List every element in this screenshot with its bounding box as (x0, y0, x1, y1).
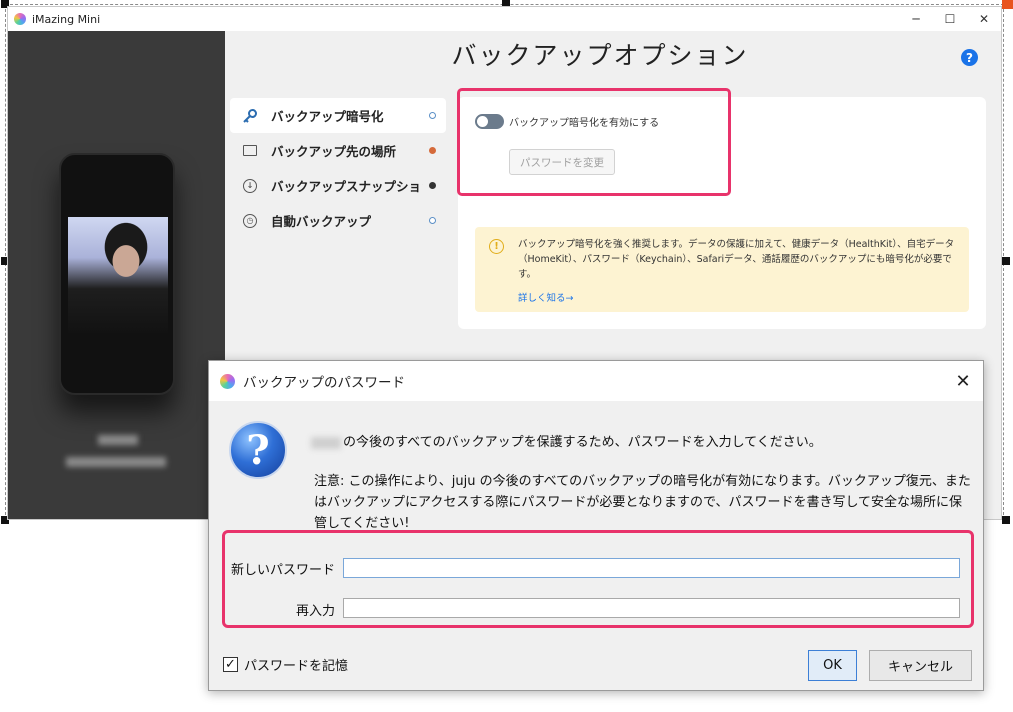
app-title: iMazing Mini (32, 12, 101, 26)
status-dot (429, 112, 436, 119)
recommendation-note: ! バックアップ暗号化を強く推奨します。データの保護に加えて、健康データ（Hea… (475, 227, 969, 312)
remember-password-label: パスワードを記憶 (244, 659, 349, 674)
device-panel (8, 31, 225, 519)
sidebar-item-auto-backup[interactable]: ◷ 自動バックアップ (230, 203, 446, 238)
dialog-close-button[interactable]: ✕ (943, 361, 983, 401)
dialog-title-bar: バックアップのパスワード ✕ (209, 361, 983, 401)
maximize-button[interactable]: ☐ (933, 7, 967, 31)
sidebar-item-label: 自動バックアップ (271, 214, 372, 229)
remember-password-checkbox[interactable]: ✓ (223, 657, 238, 672)
sidebar-item-label: バックアップスナップショット (271, 179, 423, 194)
sidebar-item-location[interactable]: バックアップ先の場所 (230, 133, 446, 168)
app-logo-icon (220, 373, 235, 389)
status-dot (429, 147, 436, 154)
help-icon[interactable]: ? (961, 49, 978, 66)
close-window-button[interactable]: ✕ (967, 7, 1001, 31)
window-controls: ─ ☐ ✕ (899, 7, 1001, 31)
clock-icon: ◷ (243, 213, 257, 228)
status-dot (429, 217, 436, 224)
cancel-button[interactable]: キャンセル (869, 650, 972, 681)
folder-icon (243, 145, 257, 156)
remember-password-row[interactable]: ✓ パスワードを記憶 (223, 655, 348, 674)
highlight-annotation (457, 88, 731, 196)
minimize-button[interactable]: ─ (899, 7, 933, 31)
info-icon: ! (489, 239, 504, 254)
password-dialog: バックアップのパスワード ✕ ? の今後のすべてのバックアップを保護するため、パ… (208, 360, 984, 691)
options-sidebar: バックアップ暗号化 バックアップ先の場所 ↓ バックアップスナップショット ◷ … (230, 98, 446, 238)
note-text: バックアップ暗号化を強く推奨します。データの保護に加えて、健康データ（Healt… (518, 239, 955, 280)
key-icon (241, 108, 259, 124)
sidebar-item-snapshots[interactable]: ↓ バックアップスナップショット (230, 168, 446, 203)
highlight-annotation (222, 530, 974, 628)
learn-more-link[interactable]: 詳しく知る→ (518, 290, 573, 304)
dialog-message-text: の今後のすべてのバックアップを保護するため、パスワードを入力してください。 (343, 435, 822, 450)
sidebar-item-label: バックアップ先の場所 (271, 144, 397, 159)
resize-handle-top-right[interactable] (1002, 0, 1013, 9)
dialog-message: の今後のすべてのバックアップを保護するため、パスワードを入力してください。 (311, 431, 822, 450)
device-info-blurred (66, 457, 166, 467)
page-title: バックアップオプション (451, 41, 749, 70)
wallpaper-photo (68, 217, 168, 333)
sidebar-item-encryption[interactable]: バックアップ暗号化 (230, 98, 446, 133)
dialog-title: バックアップのパスワード (243, 375, 405, 391)
phone-screen (68, 217, 168, 333)
dialog-warning: 注意: この操作により、juju の今後のすべてのバックアップの暗号化が有効にな… (314, 474, 971, 531)
ok-button[interactable]: OK (808, 650, 857, 681)
history-icon: ↓ (243, 178, 257, 193)
device-image (59, 153, 175, 395)
device-name-blurred (311, 436, 341, 449)
sidebar-item-label: バックアップ暗号化 (271, 109, 384, 124)
resize-handle-bottom-right[interactable] (1002, 516, 1010, 524)
app-logo-icon (14, 13, 26, 25)
question-icon: ? (229, 421, 287, 479)
status-dot (429, 182, 436, 189)
device-name-blurred (98, 435, 138, 445)
resize-handle-right[interactable] (1002, 257, 1010, 265)
title-bar: iMazing Mini ─ ☐ ✕ (8, 7, 1001, 31)
